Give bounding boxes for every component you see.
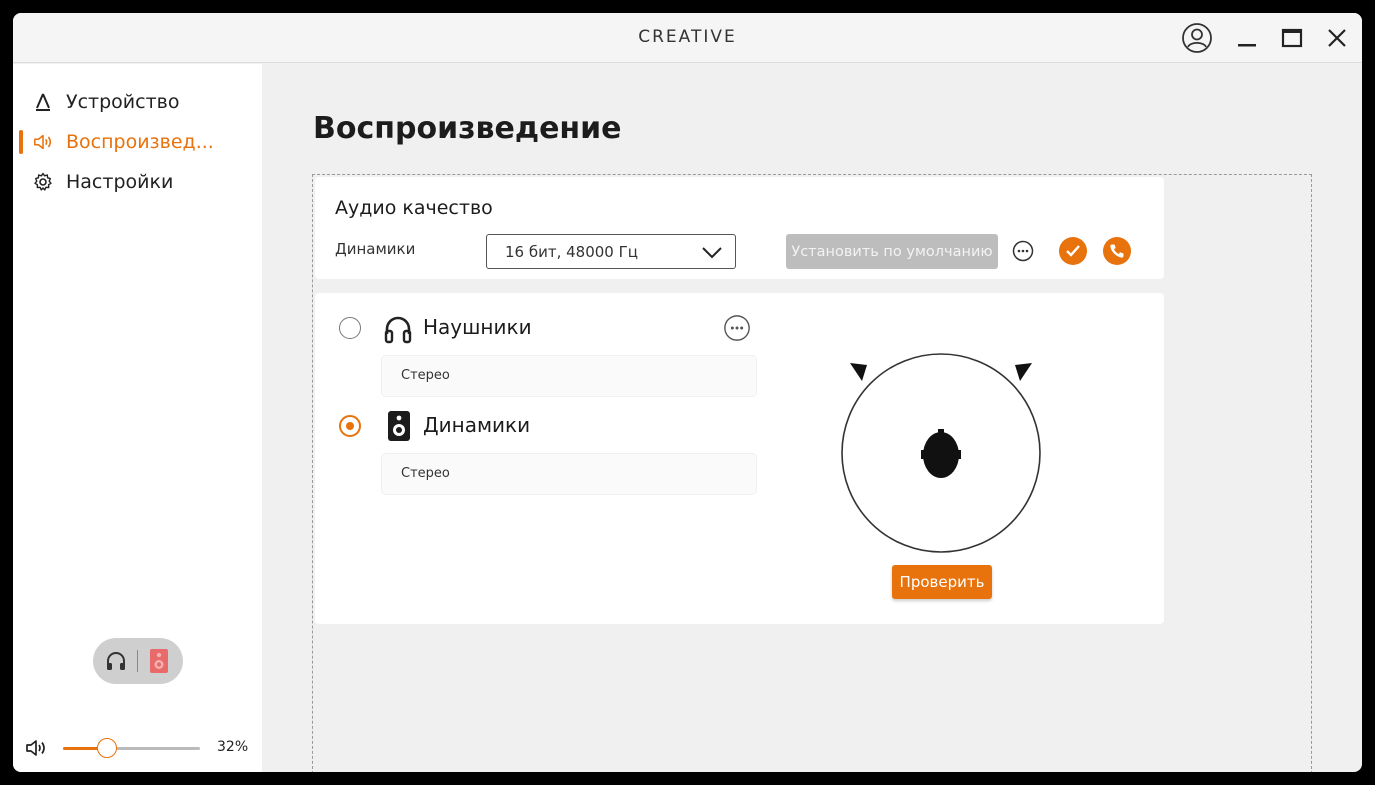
active-indicator: [19, 130, 23, 154]
device-label: Динамики: [335, 240, 416, 258]
minimize-button[interactable]: [1230, 21, 1264, 55]
minimize-icon: [1238, 44, 1256, 47]
maximize-button[interactable]: [1275, 21, 1309, 55]
default-communication-indicator[interactable]: [1103, 237, 1131, 265]
checkmark-icon: [1066, 245, 1080, 257]
chevron-down-icon: [702, 247, 722, 259]
speaker-layout-diagram: [841, 353, 1041, 553]
speaker-icon: [388, 411, 410, 441]
front-right-speaker-icon: [1015, 363, 1032, 381]
more-icon: [724, 315, 750, 341]
output-toggle[interactable]: [93, 638, 183, 684]
page-title: Воспроизведение: [313, 111, 622, 146]
app-window: CREATIVE Устройство Воспроизвед... Настр…: [13, 13, 1362, 772]
account-button[interactable]: [1180, 21, 1214, 55]
maximize-icon: [1281, 28, 1303, 48]
audio-format-select[interactable]: 16 бит, 48000 Гц: [486, 234, 736, 269]
speakers-config-box[interactable]: Стерео: [382, 454, 756, 494]
headphones-config-box[interactable]: Стерео: [382, 356, 756, 396]
gear-icon: [33, 172, 53, 192]
speaker-volume-icon: [33, 132, 53, 152]
headphones-icon: [107, 652, 125, 670]
toggle-divider: [137, 650, 138, 672]
volume-percent: 32%: [217, 739, 249, 755]
brand-logo: CREATIVE: [638, 27, 737, 47]
sidebar: Устройство Воспроизвед... Настройки 32%: [13, 64, 262, 772]
more-icon: [1012, 240, 1034, 262]
head-icon: [921, 429, 961, 478]
phone-icon: [1110, 244, 1124, 258]
volume-slider-handle[interactable]: [96, 738, 117, 758]
audio-quality-card: Аудио качество Динамики 16 бит, 48000 Гц…: [315, 177, 1164, 279]
default-device-indicator[interactable]: [1059, 237, 1087, 265]
volume-control: 32%: [13, 728, 262, 768]
volume-icon[interactable]: [25, 738, 49, 758]
more-options-button[interactable]: [1009, 237, 1037, 265]
headphones-label: Наушники: [423, 315, 532, 339]
headphones-more-button[interactable]: [723, 314, 751, 342]
close-icon: [1328, 29, 1346, 47]
content-area: Аудио качество Динамики 16 бит, 48000 Гц…: [312, 174, 1312, 772]
speakers-config-value: Стерео: [401, 466, 450, 481]
sidebar-item-device[interactable]: Устройство: [13, 86, 262, 118]
speakers-label: Динамики: [423, 413, 531, 437]
headphones-config-value: Стерео: [401, 368, 450, 383]
close-button[interactable]: [1320, 21, 1354, 55]
output-devices-card: Наушники Стерео Динамики Стерео Проверит…: [315, 293, 1164, 624]
headphones-icon: [384, 316, 412, 344]
headphones-radio[interactable]: [339, 317, 361, 339]
test-button[interactable]: Проверить: [892, 565, 992, 599]
audio-format-value: 16 бит, 48000 Гц: [505, 243, 638, 261]
speakers-radio[interactable]: [339, 415, 361, 437]
audio-quality-title: Аудио качество: [335, 197, 493, 219]
sidebar-item-settings[interactable]: Настройки: [13, 166, 262, 198]
set-default-button[interactable]: Установить по умолчанию: [786, 234, 998, 269]
title-bar: CREATIVE: [13, 13, 1362, 63]
front-left-speaker-icon: [850, 363, 867, 381]
device-icon: [33, 92, 53, 112]
sidebar-item-label: Устройство: [66, 91, 180, 113]
sidebar-item-label: Воспроизвед...: [66, 131, 214, 153]
sidebar-item-playback[interactable]: Воспроизвед...: [13, 126, 262, 158]
user-icon: [1182, 23, 1212, 53]
sidebar-item-label: Настройки: [66, 171, 174, 193]
speaker-icon: [150, 649, 168, 673]
